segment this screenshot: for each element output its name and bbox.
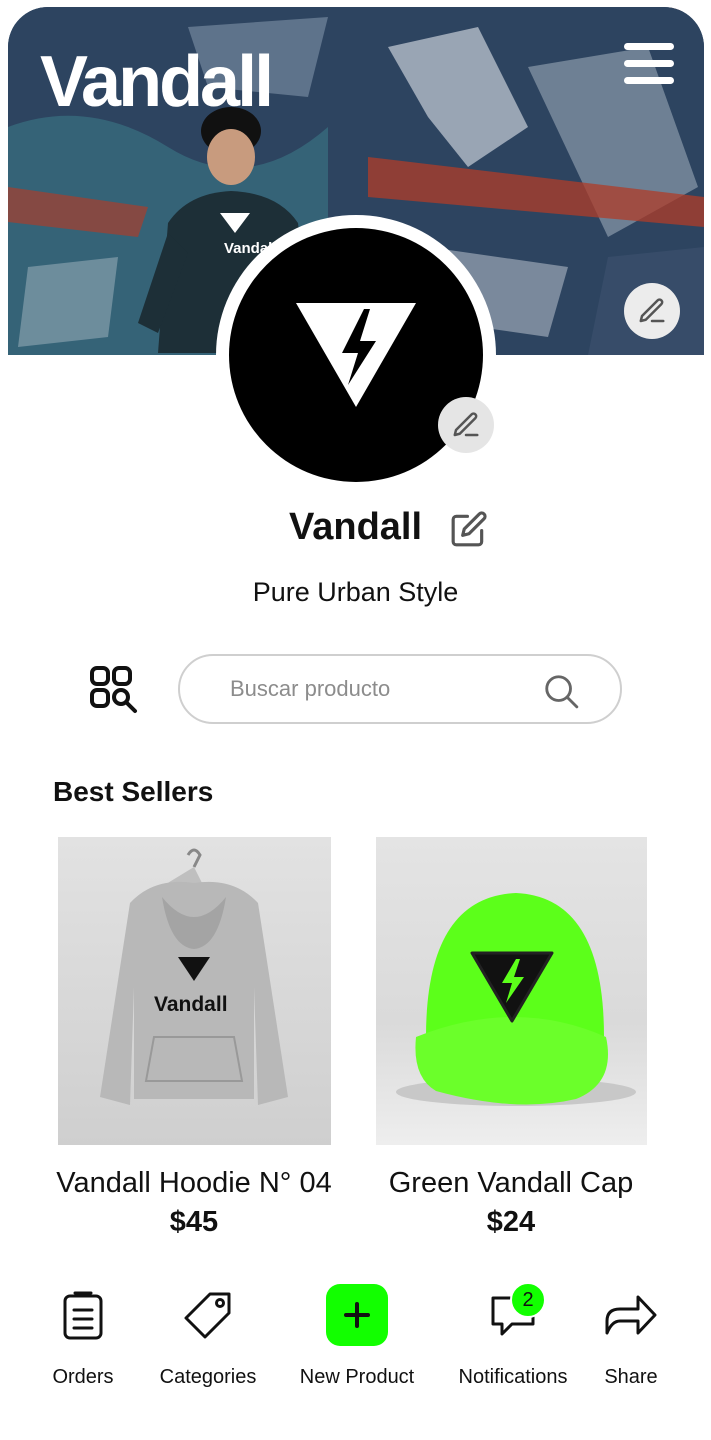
edit-avatar-button[interactable] [438, 397, 494, 453]
product-price: $45 [169, 1206, 219, 1238]
new-product-button[interactable] [326, 1284, 388, 1346]
store-name: Vandall [288, 506, 423, 548]
best-sellers-title: Best Sellers [53, 776, 214, 807]
product-name: Green Vandall Cap [388, 1167, 634, 1199]
pencil-icon [639, 298, 665, 323]
nav-item-notifications[interactable]: 2 Notifications [452, 1282, 574, 1389]
lightning-triangle-logo-icon [296, 303, 416, 407]
bottom-nav: Orders Categories New Product 2 Notifica… [0, 1282, 711, 1402]
product-price: $24 [486, 1206, 536, 1238]
edit-name-button[interactable] [450, 510, 488, 548]
share-arrow-icon [605, 1295, 657, 1335]
clipboard-icon [63, 1291, 103, 1340]
nav-item-categories[interactable]: Categories [152, 1282, 264, 1389]
nav-label-orders: Orders [52, 1366, 114, 1388]
search-bar[interactable] [178, 654, 622, 724]
notification-badge: 2 [510, 1282, 546, 1318]
hamburger-menu-icon [624, 43, 674, 50]
product-image-cap[interactable] [375, 837, 647, 1145]
brand-logo-text: Vandall [40, 42, 274, 122]
nav-item-new-product[interactable]: New Product [292, 1282, 422, 1389]
menu-button[interactable] [624, 43, 674, 91]
nav-item-orders[interactable]: Orders [42, 1282, 124, 1389]
nav-label-new-product: New Product [299, 1366, 415, 1388]
search-icon[interactable] [542, 672, 580, 710]
search-input[interactable] [230, 676, 530, 702]
product-card[interactable]: Green Vandall Cap $24 [351, 837, 671, 1239]
nav-label-share: Share [604, 1366, 658, 1388]
product-card[interactable]: Vandall Vandall Hoodie N° 04 $45 [34, 837, 354, 1239]
plus-icon [344, 1302, 370, 1328]
nav-item-share[interactable]: Share [598, 1282, 664, 1389]
tag-icon [184, 1292, 231, 1339]
store-tagline: Pure Urban Style [252, 577, 459, 607]
product-image-hoodie[interactable]: Vandall [57, 837, 331, 1145]
hoodie-logo-text: Vandall [154, 993, 228, 1016]
nav-label-categories: Categories [159, 1366, 257, 1388]
pencil-icon [453, 412, 479, 437]
edit-cover-button[interactable] [624, 283, 680, 339]
nav-label-notifications: Notifications [458, 1366, 568, 1388]
product-name: Vandall Hoodie N° 04 [56, 1167, 332, 1199]
pencil-square-icon [451, 511, 487, 547]
grid-search-icon[interactable] [88, 664, 140, 716]
